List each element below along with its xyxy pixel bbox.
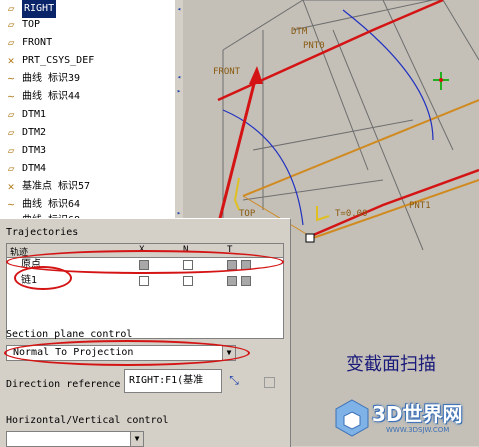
horizontal-vertical-control-select[interactable]: ▼ (6, 431, 144, 447)
watermark-url: WWW.3DSJW.COM (386, 426, 450, 434)
x-checkbox[interactable] (139, 276, 149, 286)
curve-icon: ∼ (7, 90, 15, 103)
start-point-marker[interactable] (305, 233, 315, 243)
tree-item-label: DTM3 (22, 145, 47, 156)
tree-item-label: 曲线 标识44 (22, 91, 81, 102)
direction-reference-field[interactable]: RIGHT:F1(基准 (124, 369, 222, 393)
datum-plane-icon: ▱ (7, 36, 15, 49)
front-label: FRONT (213, 67, 241, 77)
datum-point-icon: ✕ (7, 180, 15, 193)
tree-item-dtm3[interactable]: ▱ DTM3 (0, 142, 175, 160)
tree-item-top[interactable]: ▱ TOP (0, 16, 175, 34)
pnt0-label: PNT0 (303, 41, 325, 51)
tree-item-label: TOP (22, 19, 41, 30)
datum-plane-edge (252, 119, 414, 151)
scroll-right-arrow-icon[interactable]: ▸ (175, 208, 183, 218)
datum-plane-icon: ▱ (7, 18, 15, 31)
datum-plane-outline (222, 0, 443, 51)
tree-scrollbar[interactable]: ◂ ◂ ▸ ▸ (175, 0, 183, 222)
tree-item-dtm1[interactable]: ▱ DTM1 (0, 106, 175, 124)
t-checkbox-2[interactable] (241, 276, 251, 286)
caption-text: 变截面扫描 (346, 354, 436, 375)
trajectory-arc (342, 9, 434, 141)
datum-plane-icon: ▱ (7, 162, 15, 175)
tree-item-curve-39[interactable]: ∼ 曲线 标识39 (0, 70, 175, 88)
tree-item-label: DTM2 (22, 127, 47, 138)
csys-icon: ✕ (7, 54, 15, 67)
direction-reference-label: Direction reference (6, 379, 121, 390)
tree-item-point-57[interactable]: ✕ 基准点 标识57 (0, 178, 175, 196)
curve-icon: ∼ (7, 72, 15, 85)
horizontal-vertical-control-label: Horizontal/Vertical control (6, 415, 169, 426)
t-value-label: T=0.00 (335, 209, 368, 219)
direction-checkbox[interactable] (264, 377, 275, 388)
watermark-brand: 3D世界网 (372, 402, 463, 426)
cube-logo-icon (335, 399, 369, 437)
tree-item-label: DTM1 (22, 109, 47, 120)
leader-arrowhead (249, 66, 263, 84)
collapse-arrow-icon[interactable]: ◂ (175, 72, 183, 82)
csys-origin (439, 78, 443, 82)
expand-arrow-icon[interactable]: ▸ (175, 86, 183, 96)
tree-item-label: 曲线 标识39 (22, 73, 81, 84)
datum-plane-edge (442, 0, 479, 61)
model-tree: ▱ RIGHT ▱ TOP ▱ FRONT ✕ PRT_CSYS_DEF ∼ 曲… (0, 0, 176, 222)
datum-plane-icon: ▱ (7, 126, 15, 139)
trajectories-label: Trajectories (6, 227, 79, 238)
tree-item-label: PRT_CSYS_DEF (22, 55, 95, 66)
annotation-ellipse (4, 340, 250, 366)
tree-item-curve-44[interactable]: ∼ 曲线 标识44 (0, 88, 175, 106)
tree-item-front[interactable]: ▱ FRONT (0, 34, 175, 52)
highlighted-trajectory (217, 0, 444, 102)
datum-plane-edge (242, 179, 384, 201)
tree-item-csys[interactable]: ✕ PRT_CSYS_DEF (0, 52, 175, 70)
datum-plane-edge (292, 0, 434, 31)
flip-direction-icon[interactable]: ⤡ (226, 373, 242, 389)
t-checkbox[interactable] (227, 276, 237, 286)
watermark-logo: 3D世界网 WWW.3DSJW.COM (330, 396, 476, 440)
direction-reference-value: RIGHT:F1(基准 (129, 375, 204, 386)
tree-item-label: FRONT (22, 37, 53, 48)
tree-item-dtm4[interactable]: ▱ DTM4 (0, 160, 175, 178)
dtm-label: DTM (291, 27, 308, 37)
csys-marker (316, 206, 330, 222)
tree-item-dtm2[interactable]: ▱ DTM2 (0, 124, 175, 142)
datum-plane-icon: ▱ (7, 108, 15, 121)
annotation-ellipse (14, 266, 72, 290)
pnt1-label: PNT1 (409, 201, 431, 211)
highlighted-trajectory (310, 168, 479, 238)
tree-item-label: 基准点 标识57 (22, 181, 91, 192)
scroll-left-arrow-icon[interactable]: ◂ (175, 4, 183, 14)
csys-marker (233, 177, 240, 211)
chevron-down-icon[interactable]: ▼ (130, 432, 143, 446)
n-checkbox[interactable] (183, 276, 193, 286)
tree-item-label: DTM4 (22, 163, 47, 174)
datum-plane-icon: ▱ (7, 144, 15, 157)
section-plane-control-label: Section plane control (6, 329, 133, 340)
